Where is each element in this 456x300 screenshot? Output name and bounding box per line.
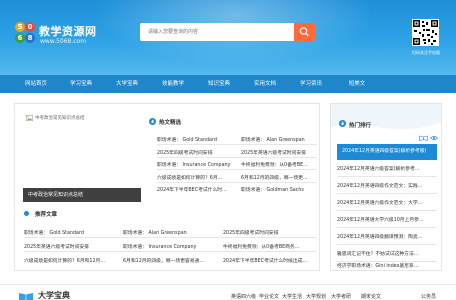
recommend-article-link[interactable]: 2024年下半年BEC考试什么时候出成... (223, 257, 317, 264)
divider (337, 193, 437, 194)
ranking-item[interactable]: 2024年12月英语六级作文范文：大学... (337, 199, 437, 209)
recommend-article-link[interactable]: 2025年四级考试时间安排 (223, 229, 317, 236)
logo-url: www.5068.com (40, 38, 87, 45)
logo-mark-icon: 5 0 6 8 (15, 22, 37, 46)
section-link[interactable]: 英语四六级 (231, 293, 256, 300)
hot-article-link[interactable]: 牛终福利免费领：从0备考BE... (241, 161, 317, 168)
broken-image-icon (26, 115, 33, 121)
divider (337, 210, 437, 211)
divider (337, 227, 437, 228)
main-nav: 网站首页 学习宝典 大学宝典 技能教学 知识宝典 实用文档 学习资讯 短美文 (0, 75, 456, 93)
section-link[interactable]: 大学生活 (282, 293, 302, 300)
recommend-article-link[interactable]: 牛终福利免费领：从0备考BE商务... (223, 243, 317, 250)
hot-article-link[interactable]: 职场术语： Goldman Sachs (241, 186, 317, 193)
qr-label: 扫码关注手机版 (412, 50, 440, 55)
nav-item-college-guide[interactable]: 大学宝典 (104, 75, 150, 93)
featured-caption[interactable]: 中考政治常见知识点总结 (23, 188, 141, 202)
ranking-item[interactable]: 雅思词汇记不住？不妨试试这种方法... (337, 250, 437, 260)
search-input[interactable] (140, 23, 292, 41)
featured-image-alt: 中考政治常见知识点总结 (35, 116, 85, 121)
ranking-item[interactable]: 2024年12月英语大学六级10月上月参... (337, 216, 437, 226)
recommend-article-link[interactable]: 6月和12月的四级，哪一场更容易通... (123, 257, 219, 264)
flame-icon (339, 120, 346, 127)
recommend-article-link[interactable]: 职场术语： Insurance Company (123, 243, 219, 250)
book-icon (419, 135, 428, 141)
hot-article-link[interactable]: 六级成绩是如何计算的？6月... (157, 174, 235, 181)
nav-item-knowledge[interactable]: 知识宝典 (196, 75, 242, 93)
college-guide-section: 大学宝典 英语四六级 毕业论文 大学生活 大学规划 大学考研 期末论文 公务员 (0, 284, 456, 300)
divider (24, 251, 317, 252)
divider (337, 244, 437, 245)
hot-section-title: 热文精选 (159, 120, 182, 126)
ranking-item[interactable]: 2024年12月英语六级答案(解析参考... (337, 165, 437, 175)
divider (157, 157, 317, 158)
featured-image[interactable]: 中考政治常见知识点总结 中考政治常见知识点总结 (23, 112, 141, 202)
hot-article-link[interactable]: 6月和12月的四级，哪一场更... (241, 174, 317, 181)
logo-title: 教学资源网 (39, 25, 97, 38)
ranking-item[interactable]: 2024年12月英语四级作文范文：实践... (337, 182, 437, 192)
nav-item-home[interactable]: 网站首页 (14, 75, 58, 93)
divider (157, 144, 317, 145)
recommend-bullet-icon (24, 211, 29, 216)
section-link[interactable]: 公务员 (421, 293, 436, 300)
hot-article-link[interactable]: 职场术语： Insurance Company (157, 161, 235, 168)
section-link[interactable]: 期末论文 (361, 293, 381, 300)
ranking-item[interactable]: 经济学职场术语：Gini index基尼系... (337, 262, 437, 271)
divider (157, 182, 317, 183)
section-link[interactable]: 大学规划 (306, 293, 326, 300)
divider (24, 237, 317, 238)
nav-item-news[interactable]: 学习资讯 (288, 75, 334, 93)
qr-code-icon (412, 19, 439, 46)
ranking-top-item[interactable]: 2024年12月英语四级答案(解析参考版) (337, 144, 437, 160)
recommend-article-link[interactable]: 2025年英语六级考试时间安排 (24, 243, 120, 250)
divider (337, 176, 437, 177)
section-title: 大学宝典 (38, 291, 70, 300)
hot-article-link[interactable]: 2025年英语六级考试时间安排 (241, 149, 317, 156)
hot-article-link[interactable]: 职场术语： Gold Standard (157, 136, 235, 143)
recommend-article-link[interactable]: 职场术语： Gold Standard (24, 229, 120, 236)
ranking-panel: 热门排行 2024年12月英语四级答案(解析参考版) 2024年12月英语六级答… (330, 103, 442, 271)
book-icon (19, 293, 33, 300)
recommend-article-link[interactable]: 职场术语： Alan Greenspan (123, 229, 219, 236)
site-header: 5 0 6 8 教学资源网 www.5068.com 请输入您要查询的内容 扫码… (0, 0, 456, 75)
divider (157, 169, 317, 170)
logo-digit: 5 (15, 22, 25, 32)
recommend-article-link[interactable]: 六级成绩是如何计算的？6月和12月... (24, 257, 120, 264)
site-logo[interactable]: 5 0 6 8 教学资源网 www.5068.com (15, 22, 125, 50)
search-box (140, 23, 315, 41)
hot-article-link[interactable]: 2024年下半年BEC考试什么时... (157, 186, 235, 193)
ranking-title: 热门排行 (349, 123, 372, 129)
section-link[interactable]: 大学考研 (331, 293, 351, 300)
nav-item-skills[interactable]: 技能教学 (150, 75, 196, 93)
ranking-item[interactable]: 2024年12月英语四级翻译预测：陶瓷... (337, 233, 437, 243)
rank-header-bg (331, 104, 441, 130)
flame-icon (149, 118, 156, 125)
hot-article-link[interactable]: 职场术语： Alan Greenspan (241, 136, 317, 143)
logo-digit: 8 (25, 33, 35, 43)
hot-article-link[interactable]: 2025年四级考试时间安排 (157, 149, 235, 156)
recommend-section-title: 推荐文章 (35, 212, 58, 218)
nav-item-study-guide[interactable]: 学习宝典 (58, 75, 104, 93)
nav-item-documents[interactable]: 实用文档 (242, 75, 288, 93)
main-content: 中考政治常见知识点总结 中考政治常见知识点总结 热文精选 职场术语： Gold … (14, 103, 320, 271)
search-icon (299, 27, 309, 37)
section-link[interactable]: 毕业论文 (259, 293, 279, 300)
logo-digit: 0 (25, 22, 35, 32)
logo-digit: 6 (15, 33, 25, 43)
search-button[interactable] (294, 23, 315, 41)
nav-item-short-articles[interactable]: 短美文 (334, 75, 380, 93)
eye-icon (430, 135, 438, 141)
